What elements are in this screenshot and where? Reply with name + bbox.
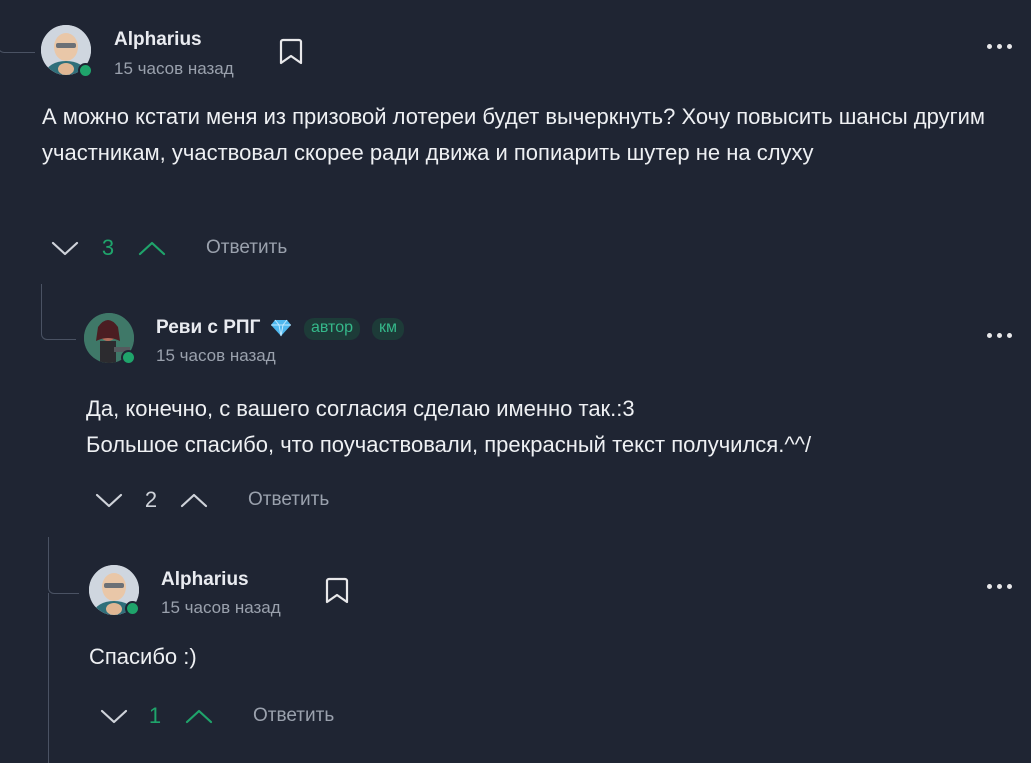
comment: Alpharius 15 часов назад А можно кстати … [0,0,1031,280]
comment-paragraph: Большое спасибо, что поучаствовали, прек… [86,432,812,457]
timestamp: 15 часов назад [114,59,234,78]
online-status-dot [121,350,136,365]
author-name[interactable]: Alpharius [114,29,202,51]
bookmark-icon[interactable] [277,36,305,66]
downvote-chevron-down-icon[interactable] [94,485,124,515]
comment-text: Да, конечно, с вашего согласия сделаю им… [86,391,986,463]
comment-text: Спасибо :) [89,639,889,675]
vote-count: 2 [144,487,158,512]
downvote-chevron-down-icon[interactable] [50,233,80,263]
vote-controls: 1 Ответить [99,701,379,731]
downvote-chevron-down-icon[interactable] [99,701,129,731]
diamond-icon [271,319,291,337]
upvote-chevron-up-icon[interactable] [179,485,209,515]
author-name[interactable]: Реви с РПГ [156,317,260,339]
comment-text: А можно кстати меня из призовой лотереи … [42,99,1002,171]
moderator-badge: км [372,318,404,340]
reply-button[interactable]: Ответить [206,237,287,259]
comment-paragraph: Спасибо :) [89,644,197,669]
reply-button[interactable]: Ответить [248,489,329,511]
online-status-dot [78,63,93,78]
vote-count: 3 [101,235,115,260]
vote-controls: 3 Ответить [50,233,330,263]
more-options-icon[interactable] [987,42,1013,52]
comment-paragraph: Да, конечно, с вашего согласия сделаю им… [86,396,635,421]
bookmark-icon[interactable] [323,575,351,605]
vote-count: 1 [148,703,162,728]
timestamp: 15 часов назад [156,346,276,365]
author-badge: автор [304,318,360,340]
reply-button[interactable]: Ответить [253,705,334,727]
upvote-chevron-up-icon[interactable] [137,233,167,263]
more-options-icon[interactable] [987,331,1013,341]
online-status-dot [125,601,140,616]
timestamp: 15 часов назад [161,598,281,617]
upvote-chevron-up-icon[interactable] [184,701,214,731]
comment-reply: Реви с РПГ автор км 15 часов назад Да, к… [0,280,1031,535]
comment-reply: Alpharius 15 часов назад Спасибо :) 1 От… [0,535,1031,755]
vote-controls: 2 Ответить [94,485,374,515]
author-name[interactable]: Alpharius [161,569,249,591]
comment-paragraph: А можно кстати меня из призовой лотереи … [42,104,986,165]
more-options-icon[interactable] [987,582,1013,592]
